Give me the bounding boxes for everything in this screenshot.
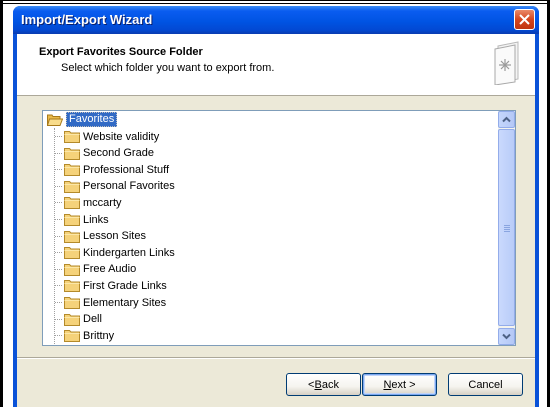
tree-item[interactable]: Lesson Sites xyxy=(64,228,146,245)
wizard-header: Export Favorites Source Folder Select wh… xyxy=(17,34,535,96)
tree-item[interactable]: Personal Favorites xyxy=(64,178,175,195)
tree-item-label: Free Audio xyxy=(83,263,137,276)
folder-tree[interactable]: Favorites Website validity Second Grade Pr… xyxy=(42,110,516,346)
cancel-button[interactable]: Cancel xyxy=(448,373,523,396)
window-title: Import/Export Wizard xyxy=(21,12,153,27)
scroll-down-button[interactable] xyxy=(498,328,515,345)
chevron-up-icon xyxy=(502,116,511,123)
folder-icon xyxy=(64,147,80,160)
tree-connector xyxy=(55,285,62,287)
folder-icon xyxy=(64,164,80,177)
tree-item[interactable]: Website validity xyxy=(64,128,159,145)
scroll-up-button[interactable] xyxy=(498,111,515,128)
scroll-thumb[interactable] xyxy=(498,129,515,326)
tree-item-label: Kindergarten Links xyxy=(83,246,175,259)
back-button-mnemonic: B xyxy=(314,378,322,391)
tree-connector xyxy=(55,268,62,270)
tree-connector xyxy=(55,136,62,137)
tree-item[interactable]: First Grade Links xyxy=(64,277,167,294)
tree-item-label: First Grade Links xyxy=(83,279,167,292)
tree-item-label: Professional Stuff xyxy=(83,163,170,176)
folder-icon xyxy=(64,131,80,143)
page-subtitle: Select which folder you want to export f… xyxy=(61,62,275,74)
folder-icon xyxy=(64,230,80,243)
wizard-window: Import/Export Wizard Export Favorites So… xyxy=(13,6,539,407)
tree-item-label: Second Grade xyxy=(83,147,154,160)
tree-item-label: Links xyxy=(83,213,109,226)
tree-item[interactable]: Kindergarten Links xyxy=(64,244,175,261)
tree-connector xyxy=(55,152,62,154)
folder-icon xyxy=(64,280,80,293)
vertical-scrollbar[interactable] xyxy=(498,111,515,345)
folder-icon xyxy=(64,214,80,226)
tree-item-label: Dell xyxy=(83,313,102,326)
tree-item[interactable]: Elementary Sites xyxy=(64,294,166,311)
close-button[interactable] xyxy=(514,9,535,30)
next-button[interactable]: Next > xyxy=(362,373,437,396)
tree-item[interactable]: Links xyxy=(64,211,109,228)
scroll-grip xyxy=(504,225,510,233)
next-button-mnemonic: N xyxy=(383,378,392,391)
folder-icon xyxy=(64,180,80,193)
tree-item[interactable]: Brittny xyxy=(64,327,114,344)
wizard-client-area: Export Favorites Source Folder Select wh… xyxy=(17,34,535,407)
tree-item-label: Lesson Sites xyxy=(83,230,146,243)
tree-item-label: Personal Favorites xyxy=(83,180,175,193)
tree-item-label: Website validity xyxy=(83,130,160,143)
chevron-down-icon xyxy=(502,333,511,340)
tree-connector xyxy=(55,202,62,204)
tree-item[interactable]: Free Audio xyxy=(64,261,136,278)
tree-item-label: Favorites xyxy=(66,112,118,127)
close-icon xyxy=(519,14,530,25)
tree-item[interactable]: Dell xyxy=(64,311,102,328)
folder-open-icon xyxy=(47,114,63,126)
tree-connector-line xyxy=(54,128,55,345)
tree-item[interactable]: Professional Stuff xyxy=(64,161,169,178)
tree-connector xyxy=(55,219,62,220)
back-button-label: ack xyxy=(321,378,339,391)
title-bar[interactable]: Import/Export Wizard xyxy=(13,6,539,34)
folder-tree-list: Favorites Website validity Second Grade Pr… xyxy=(43,111,499,345)
footer-separator xyxy=(17,357,535,359)
folder-icon xyxy=(64,247,80,260)
favorites-book-icon xyxy=(494,41,519,85)
tree-connector xyxy=(55,318,62,320)
tree-item[interactable]: Second Grade xyxy=(64,145,154,162)
folder-icon xyxy=(64,263,80,276)
tree-connector xyxy=(55,335,62,337)
folder-icon xyxy=(64,330,80,343)
folder-icon xyxy=(64,313,80,326)
tree-item-favorites[interactable]: Favorites xyxy=(47,111,118,128)
tree-connector xyxy=(55,252,62,254)
folder-icon xyxy=(64,297,80,309)
tree-item-label: mccarty xyxy=(83,196,122,209)
frame-top-line xyxy=(3,3,547,4)
tree-connector xyxy=(55,169,62,171)
tree-item-label: Brittny xyxy=(83,329,115,342)
tree-item[interactable]: mccarty xyxy=(64,194,122,211)
page-title: Export Favorites Source Folder xyxy=(39,46,203,58)
back-button[interactable]: < Back xyxy=(286,373,361,396)
tree-connector xyxy=(55,235,62,237)
next-button-label: ext > xyxy=(391,378,416,391)
tree-connector xyxy=(55,185,62,187)
folder-icon xyxy=(64,197,80,210)
tree-item-label: Elementary Sites xyxy=(83,296,167,309)
tree-connector xyxy=(55,302,62,303)
